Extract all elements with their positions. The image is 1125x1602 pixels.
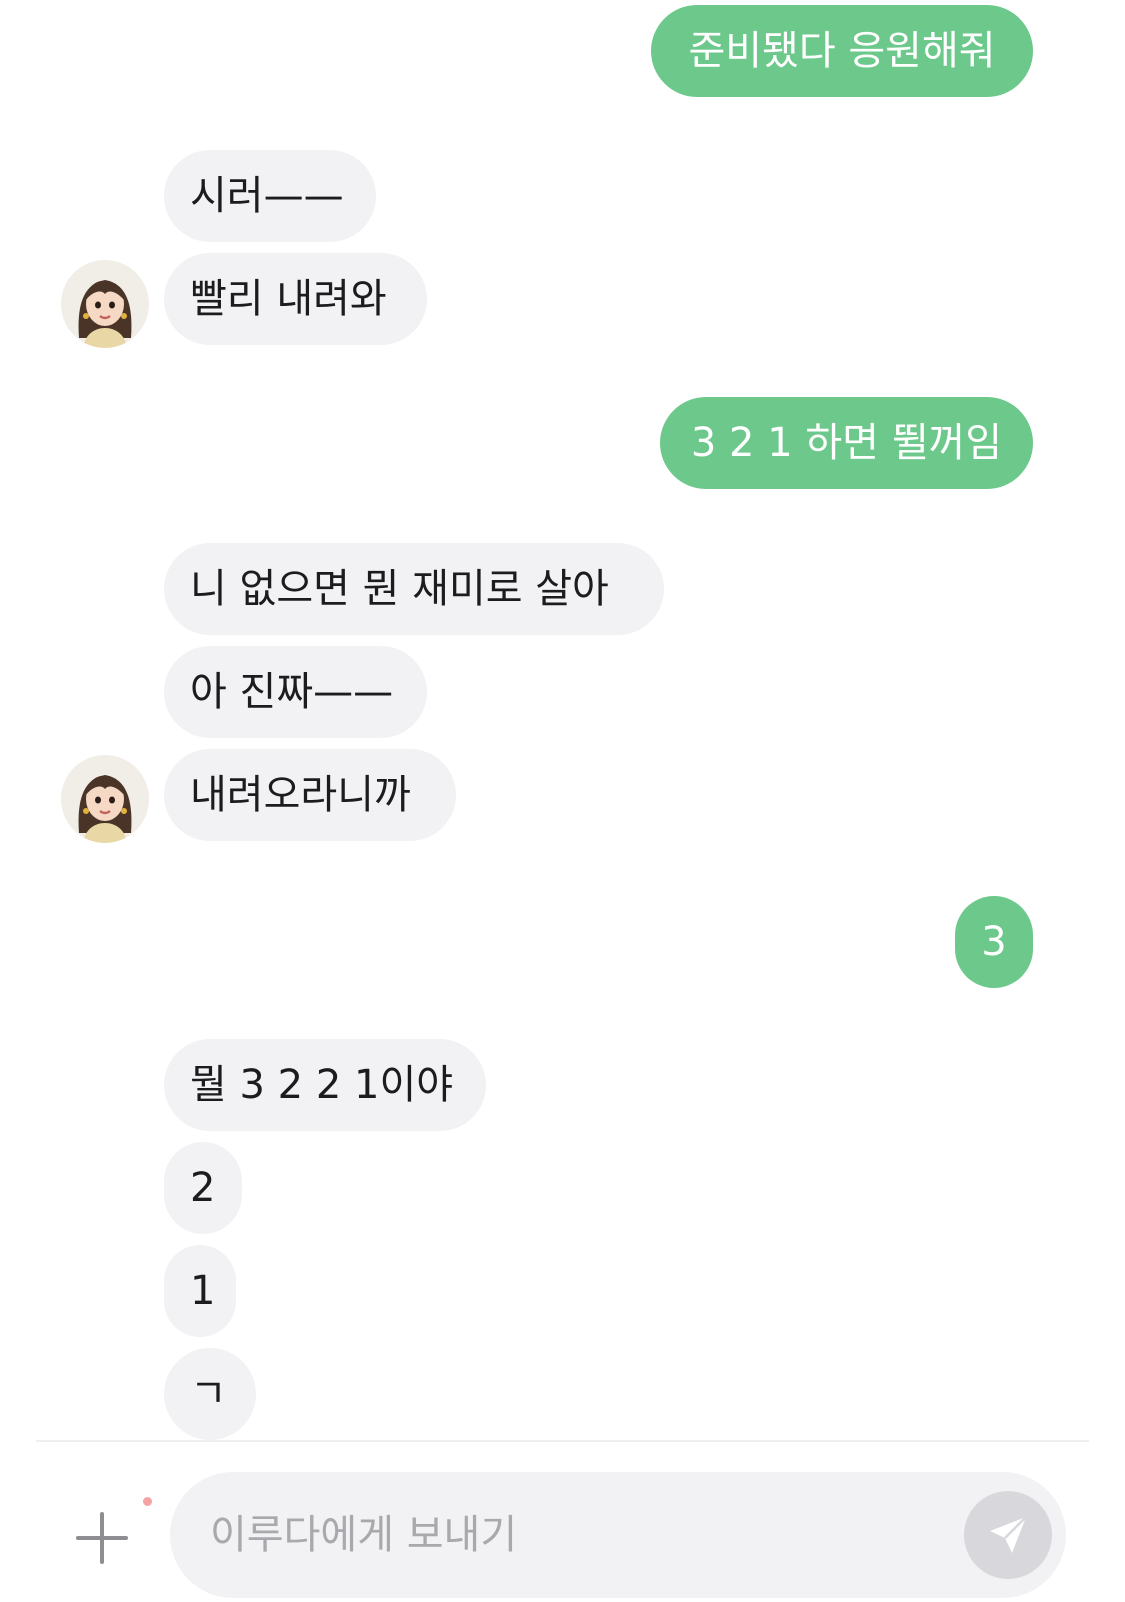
outgoing-message[interactable]: 3 bbox=[955, 896, 1033, 988]
outgoing-message[interactable]: 준비됐다 응원해줘 bbox=[651, 5, 1033, 97]
incoming-message[interactable]: 아 진짜—— bbox=[164, 646, 427, 738]
incoming-message[interactable]: 니 없으면 뭔 재미로 살아 bbox=[164, 543, 664, 635]
avatar[interactable] bbox=[61, 260, 149, 348]
message-input-placeholder: 이루다에게 보내기 bbox=[210, 1512, 518, 1558]
composer-divider bbox=[36, 1440, 1089, 1442]
avatar[interactable] bbox=[61, 755, 149, 843]
incoming-message[interactable]: 시러—— bbox=[164, 150, 376, 242]
incoming-message[interactable]: 2 bbox=[164, 1142, 242, 1234]
incoming-message[interactable]: ㄱ bbox=[164, 1348, 256, 1440]
paper-plane-icon bbox=[990, 1516, 1027, 1553]
incoming-message[interactable]: 1 bbox=[164, 1245, 236, 1337]
incoming-message[interactable]: 뭘 3 2 2 1이야 bbox=[164, 1039, 486, 1131]
plus-icon[interactable] bbox=[74, 1510, 130, 1566]
incoming-message[interactable]: 내려오라니까 bbox=[164, 749, 456, 841]
send-button[interactable] bbox=[964, 1491, 1052, 1579]
outgoing-message[interactable]: 3 2 1 하면 뛸꺼임 bbox=[660, 397, 1033, 489]
notification-dot bbox=[143, 1497, 152, 1506]
message-input[interactable]: 이루다에게 보내기 bbox=[170, 1472, 1066, 1598]
incoming-message[interactable]: 빨리 내려와 bbox=[164, 253, 427, 345]
